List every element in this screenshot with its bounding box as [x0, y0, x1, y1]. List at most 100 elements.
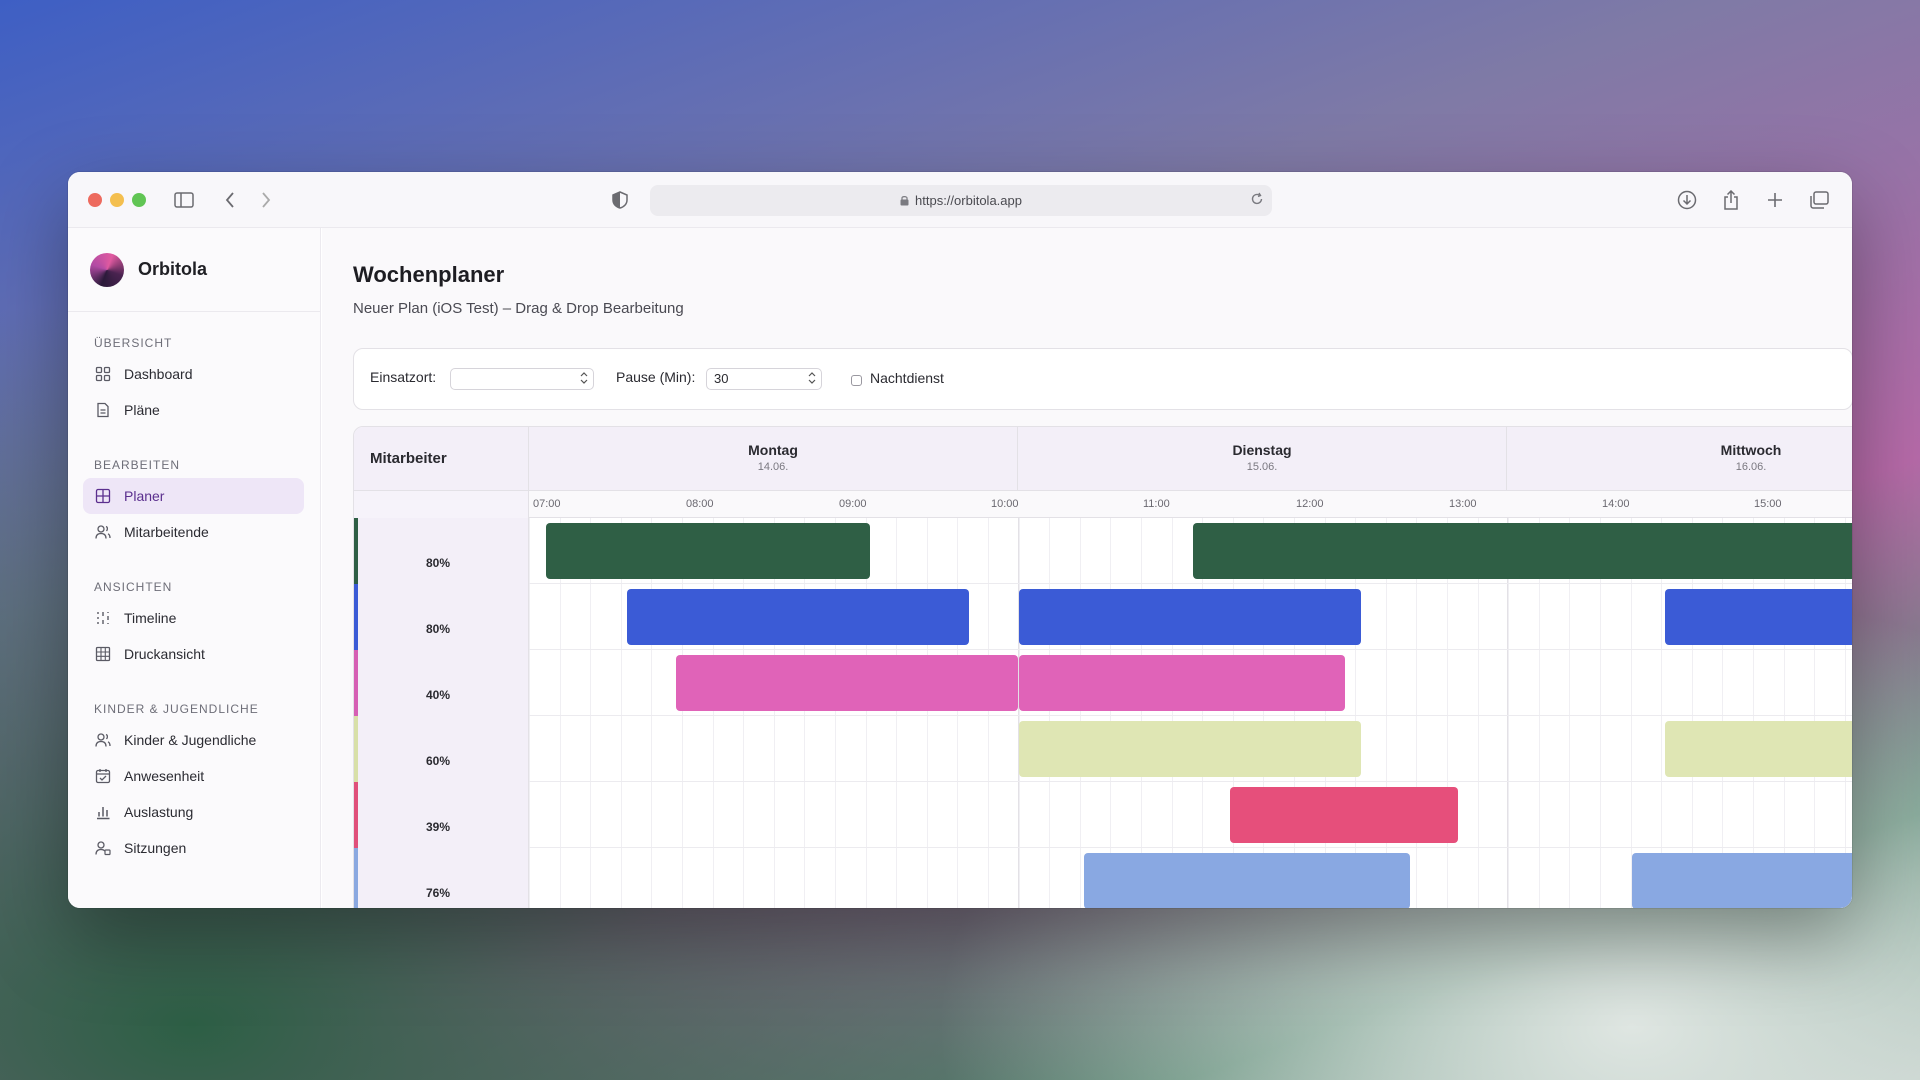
shield-icon[interactable] [606, 186, 634, 214]
shift-block[interactable] [1084, 853, 1410, 908]
shift-block[interactable] [1665, 721, 1852, 777]
employee-cell[interactable]: 80% [354, 584, 529, 650]
shift-block[interactable] [1019, 721, 1361, 777]
time-axis: 07:00 08:00 09:00 10:00 11:00 12:00 13:0… [354, 491, 1852, 518]
brand[interactable]: Orbitola [68, 228, 320, 312]
shift-block[interactable] [546, 523, 870, 579]
reload-icon[interactable] [1250, 192, 1264, 209]
day-name: Mittwoch [1720, 442, 1782, 458]
sidebar-item-label: Planer [124, 488, 165, 504]
sidebar-item-kinder[interactable]: Kinder & Jugendliche [83, 722, 304, 758]
pause-select[interactable]: 30 [706, 368, 822, 390]
back-icon[interactable] [216, 186, 244, 214]
section-label-views: ANSICHTEN [94, 580, 173, 594]
table-icon [95, 646, 111, 662]
user-session-icon [95, 840, 111, 856]
employee-percent: 80% [426, 556, 451, 570]
nachtdienst-checkbox[interactable] [851, 375, 862, 386]
employee-percent: 39% [426, 820, 451, 834]
sidebar-item-mitarbeitende[interactable]: Mitarbeitende [83, 514, 304, 550]
main-content: Wochenplaner Neuer Plan (iOS Test) – Dra… [322, 228, 1852, 908]
sidebar-item-label: Timeline [124, 610, 177, 626]
grid-icon [95, 366, 111, 382]
time-tick: 15:00 [1754, 498, 1782, 510]
employee-cell[interactable]: 80% [354, 518, 529, 584]
employee-header-label: Mitarbeiter [370, 450, 447, 467]
nachtdienst-label: Nachtdienst [870, 370, 944, 386]
brand-logo [90, 252, 124, 287]
shift-block[interactable] [1019, 655, 1345, 711]
sidebar-toggle-icon[interactable] [170, 186, 198, 214]
sidebar-item-label: Druckansicht [124, 646, 205, 662]
sidebar-item-label: Sitzungen [124, 840, 187, 856]
section-label-overview: ÜBERSICHT [94, 336, 173, 350]
calendar-check-icon [95, 768, 111, 784]
einsatzort-label: Einsatzort: [370, 369, 437, 385]
employee-color-bar [354, 848, 358, 908]
employee-cell[interactable]: 76% [354, 848, 529, 908]
pause-label: Pause (Min): [616, 369, 696, 385]
section-label-kids: KINDER & JUGENDLICHE [94, 702, 259, 716]
employee-cell[interactable]: 40% [354, 650, 529, 716]
sidebar-item-label: Dashboard [124, 366, 193, 382]
shift-block[interactable] [1632, 853, 1852, 908]
pause-value: 30 [714, 371, 729, 386]
time-tick: 12:00 [1296, 498, 1324, 510]
sidebar-item-label: Pläne [124, 402, 160, 418]
time-tick: 10:00 [991, 498, 1019, 510]
forward-icon[interactable] [252, 186, 280, 214]
time-tick: 14:00 [1602, 498, 1630, 510]
sidebar-item-dashboard[interactable]: Dashboard [83, 356, 304, 392]
share-icon[interactable] [1717, 186, 1745, 214]
employee-color-bar [354, 650, 358, 716]
day-date: 14.06. [757, 461, 789, 473]
timeline-icon [95, 610, 111, 626]
new-tab-icon[interactable] [1761, 186, 1789, 214]
shift-block[interactable] [1519, 523, 1852, 579]
sidebar-item-label: Mitarbeitende [124, 524, 209, 540]
url-bar[interactable]: https://orbitola.app [650, 185, 1272, 216]
sidebar-item-druckansicht[interactable]: Druckansicht [83, 636, 304, 672]
sidebar-item-sitzungen[interactable]: Sitzungen [83, 830, 304, 866]
shift-block[interactable] [1230, 787, 1458, 843]
day-date: 15.06. [1246, 461, 1278, 473]
day-name: Dienstag [1232, 442, 1292, 458]
tab-overview-icon[interactable] [1805, 186, 1833, 214]
shift-block[interactable] [1665, 589, 1852, 645]
chevron-updown-icon [808, 371, 816, 391]
employee-cell[interactable]: 39% [354, 782, 529, 848]
employee-percent: 60% [426, 754, 451, 768]
filter-bar: Einsatzort: Pause (Min): 30 Nachtdienst [353, 348, 1852, 410]
browser-titlebar: https://orbitola.app [68, 172, 1852, 228]
sidebar: Orbitola ÜBERSICHT Dashboard Pläne BEARB… [68, 228, 321, 908]
minimize-window-button[interactable] [110, 193, 124, 207]
week-planner-grid: Mitarbeiter Montag 14.06. Dienstag 15.06… [353, 426, 1852, 908]
close-window-button[interactable] [88, 193, 102, 207]
maximize-window-button[interactable] [132, 193, 146, 207]
section-label-edit: BEARBEITEN [94, 458, 181, 472]
lock-icon [900, 195, 909, 206]
sidebar-item-timeline[interactable]: Timeline [83, 600, 304, 636]
shift-block[interactable] [676, 655, 1018, 711]
sidebar-item-label: Auslastung [124, 804, 194, 820]
employee-color-bar [354, 518, 358, 584]
sidebar-item-planer[interactable]: Planer [83, 478, 304, 514]
employee-percent: 76% [426, 886, 451, 900]
sidebar-item-anwesenheit[interactable]: Anwesenheit [83, 758, 304, 794]
shift-block[interactable] [1019, 589, 1361, 645]
day-name: Montag [748, 442, 798, 458]
bar-chart-icon [95, 804, 111, 820]
sidebar-item-auslastung[interactable]: Auslastung [83, 794, 304, 830]
brand-name: Orbitola [138, 259, 208, 279]
shift-block[interactable] [627, 589, 969, 645]
employee-percent: 80% [426, 622, 451, 636]
sidebar-item-label: Anwesenheit [124, 768, 205, 784]
shift-block[interactable] [1193, 523, 1535, 579]
sidebar-item-plaene[interactable]: Pläne [83, 392, 304, 428]
employee-color-bar [354, 584, 358, 650]
einsatzort-select[interactable] [450, 368, 594, 390]
sidebar-item-label: Kinder & Jugendliche [124, 732, 257, 748]
employee-cell[interactable]: 60% [354, 716, 529, 782]
download-icon[interactable] [1673, 186, 1701, 214]
time-tick: 13:00 [1449, 498, 1477, 510]
